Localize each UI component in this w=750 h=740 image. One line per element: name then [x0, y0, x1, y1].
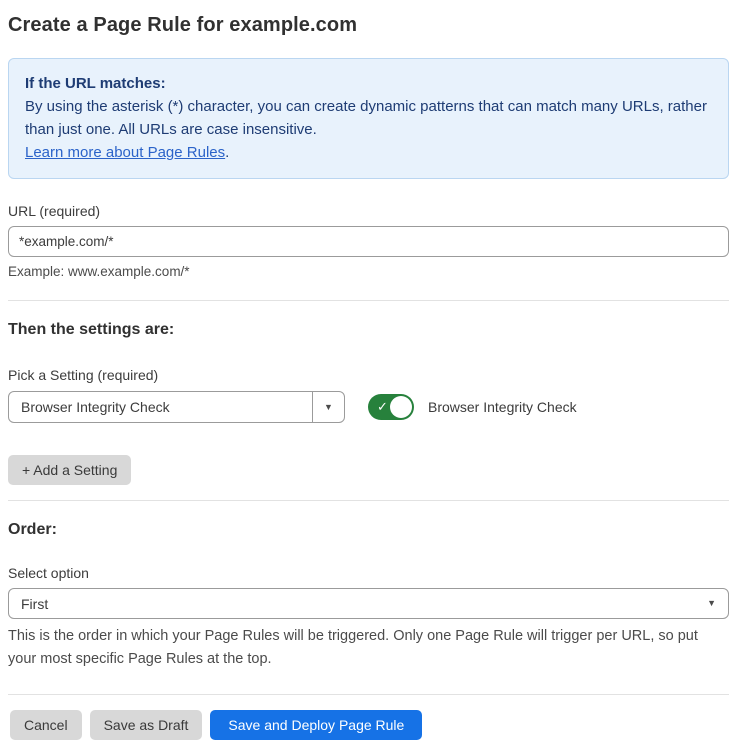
link-suffix: .	[225, 144, 229, 161]
check-icon: ✓	[377, 400, 388, 413]
setting-row: Browser Integrity Check ▼ ✓ Browser Inte…	[8, 391, 729, 423]
toggle-knob	[390, 396, 412, 418]
chevron-down-icon: ▼	[324, 403, 333, 412]
setting-toggle-group: ✓ Browser Integrity Check	[368, 394, 577, 420]
page-rule-form: Create a Page Rule for example.com If th…	[0, 0, 750, 740]
setting-toggle-label: Browser Integrity Check	[428, 399, 577, 415]
divider	[8, 300, 729, 301]
browser-integrity-toggle[interactable]: ✓	[368, 394, 414, 420]
url-example-hint: Example: www.example.com/*	[8, 264, 729, 279]
info-box-link-line: Learn more about Page Rules.	[25, 141, 712, 164]
setting-dropdown[interactable]: Browser Integrity Check ▼	[8, 391, 345, 423]
order-select[interactable]: First ▼	[8, 588, 729, 619]
chevron-down-icon: ▼	[707, 599, 716, 608]
pick-setting-label: Pick a Setting (required)	[8, 367, 729, 383]
order-section-heading: Order:	[8, 521, 729, 539]
save-draft-button[interactable]: Save as Draft	[90, 710, 203, 740]
settings-section-heading: Then the settings are:	[8, 321, 729, 339]
save-deploy-button[interactable]: Save and Deploy Page Rule	[210, 710, 422, 740]
order-select-value: First	[21, 596, 707, 612]
setting-dropdown-arrow-button[interactable]: ▼	[312, 392, 344, 422]
cancel-button[interactable]: Cancel	[10, 710, 82, 740]
url-input[interactable]	[8, 226, 729, 257]
divider	[8, 500, 729, 501]
page-title: Create a Page Rule for example.com	[8, 14, 729, 37]
info-box-body: By using the asterisk (*) character, you…	[25, 95, 712, 141]
form-actions: Cancel Save as Draft Save and Deploy Pag…	[8, 710, 729, 740]
info-box-heading: If the URL matches:	[25, 72, 712, 95]
url-field-label: URL (required)	[8, 203, 729, 219]
order-help-text: This is the order in which your Page Rul…	[8, 625, 729, 671]
add-setting-button[interactable]: + Add a Setting	[8, 455, 131, 485]
url-match-info-box: If the URL matches: By using the asteris…	[8, 58, 729, 179]
learn-more-link[interactable]: Learn more about Page Rules	[25, 144, 225, 161]
divider	[8, 694, 729, 695]
order-select-label: Select option	[8, 565, 729, 581]
setting-dropdown-value: Browser Integrity Check	[9, 392, 312, 422]
